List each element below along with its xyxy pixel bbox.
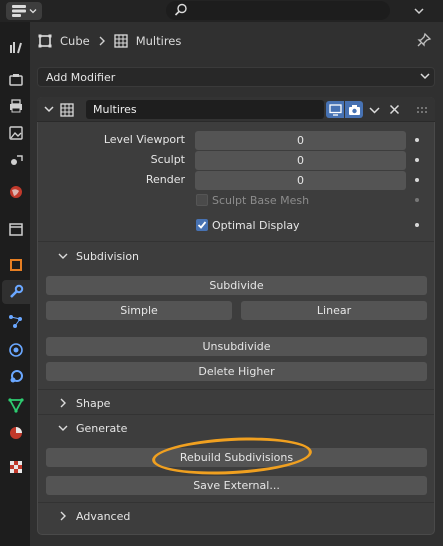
tab-output[interactable]	[4, 94, 28, 118]
tool-icon	[10, 42, 22, 54]
physics-icon	[9, 343, 23, 357]
add-modifier-dropdown[interactable]: Add Modifier	[37, 67, 435, 87]
tab-collection[interactable]	[4, 217, 28, 241]
mesh-data-icon	[8, 398, 24, 413]
chevron-down-icon	[58, 253, 68, 259]
editor-type-button[interactable]	[6, 2, 42, 20]
tab-tool[interactable]	[4, 35, 28, 59]
level-viewport-label: Level Viewport	[103, 133, 185, 146]
scene-icon	[11, 155, 23, 165]
wrench-icon	[10, 284, 24, 298]
world-icon	[10, 186, 22, 198]
simple-button[interactable]: Simple	[46, 301, 232, 320]
material-icon	[10, 427, 22, 439]
keyframe-dot[interactable]	[415, 223, 419, 227]
constraint-icon	[10, 370, 23, 383]
keyframe-dot[interactable]	[415, 158, 419, 162]
multires-icon	[114, 34, 128, 48]
divider	[38, 502, 434, 503]
breadcrumb: Cube Multires	[38, 30, 181, 52]
checkmark-icon	[197, 221, 207, 229]
tab-data[interactable]	[4, 393, 28, 417]
delete-higher-button[interactable]: Delete Higher	[46, 362, 427, 381]
collapse-chevron-icon[interactable]	[44, 104, 54, 114]
search-icon	[174, 3, 187, 16]
search-input[interactable]	[166, 1, 390, 20]
keyframe-dot[interactable]	[415, 178, 419, 182]
properties-tab-bar	[0, 22, 30, 546]
shape-title: Shape	[76, 396, 111, 410]
render-label: Render	[145, 173, 185, 186]
breadcrumb-modifier: Multires	[135, 34, 182, 48]
advanced-subpanel-header[interactable]: Advanced	[58, 505, 130, 527]
tab-modifiers[interactable]	[2, 280, 30, 304]
tab-view-layer[interactable]	[4, 121, 28, 145]
tab-render[interactable]	[4, 67, 28, 91]
divider	[38, 389, 434, 390]
sculpt-base-mesh-checkbox[interactable]	[196, 194, 208, 206]
sculpt-field[interactable]: 0	[195, 151, 406, 170]
subdivision-subpanel-header[interactable]: Subdivision	[58, 245, 139, 267]
keyframe-dot[interactable]	[415, 138, 419, 142]
texture-checker-icon	[10, 461, 22, 473]
pin-button[interactable]	[416, 32, 432, 51]
pin-icon	[417, 32, 432, 47]
camera-icon	[348, 104, 360, 115]
options-dropdown[interactable]	[404, 2, 434, 20]
chevron-down-icon[interactable]	[369, 105, 380, 115]
tab-constraints[interactable]	[4, 365, 28, 389]
render-toggle[interactable]	[345, 101, 363, 118]
viewport-toggle[interactable]	[326, 101, 344, 118]
multires-icon	[60, 103, 74, 117]
drag-handle-icon[interactable]	[416, 106, 430, 114]
editor-type-icon	[12, 5, 26, 17]
optimal-display-label: Optimal Display	[212, 219, 300, 232]
modifier-name-field[interactable]: Multires	[86, 100, 324, 119]
collection-icon	[9, 223, 23, 236]
sculpt-base-mesh-label: Sculpt Base Mesh	[212, 194, 310, 207]
breadcrumb-object: Cube	[60, 34, 90, 48]
add-modifier-label: Add Modifier	[46, 70, 116, 84]
image-icon	[9, 126, 23, 140]
sculpt-label: Sculpt	[150, 153, 185, 166]
linear-button[interactable]: Linear	[241, 301, 427, 320]
generate-subpanel-header[interactable]: Generate	[58, 417, 127, 439]
object-icon	[10, 259, 22, 271]
camera-back-icon	[9, 74, 23, 86]
particles-icon	[9, 315, 22, 328]
tab-scene[interactable]	[4, 148, 28, 172]
tab-object[interactable]	[4, 253, 28, 277]
chevron-down-icon	[29, 9, 37, 14]
unsubdivide-button[interactable]: Unsubdivide	[46, 337, 427, 356]
level-viewport-field[interactable]: 0	[195, 131, 406, 150]
render-field[interactable]: 0	[195, 171, 406, 190]
chevron-down-icon	[58, 425, 68, 431]
tab-texture[interactable]	[4, 455, 28, 479]
divider	[38, 241, 434, 242]
optimal-display-checkbox[interactable]	[196, 219, 208, 231]
divider	[38, 414, 434, 415]
keyframe-dot	[415, 198, 419, 202]
tab-material[interactable]	[4, 421, 28, 445]
shape-subpanel-header[interactable]: Shape	[58, 392, 110, 414]
save-external-button[interactable]: Save External...	[46, 476, 427, 495]
tab-world[interactable]	[4, 180, 28, 204]
printer-icon	[10, 99, 22, 113]
chevron-right-icon	[60, 398, 66, 408]
generate-title: Generate	[76, 421, 128, 435]
chevron-down-icon	[414, 8, 424, 15]
advanced-title: Advanced	[76, 509, 131, 523]
object-icon	[38, 34, 52, 48]
chevron-down-icon	[420, 73, 430, 80]
tab-particles[interactable]	[4, 309, 28, 333]
chevron-right-icon	[99, 36, 105, 46]
chevron-right-icon	[60, 511, 66, 521]
subdivision-title: Subdivision	[76, 249, 140, 263]
monitor-icon	[328, 103, 342, 116]
tab-physics[interactable]	[4, 338, 28, 362]
subdivide-button[interactable]: Subdivide	[46, 276, 427, 295]
close-icon[interactable]	[389, 104, 400, 115]
